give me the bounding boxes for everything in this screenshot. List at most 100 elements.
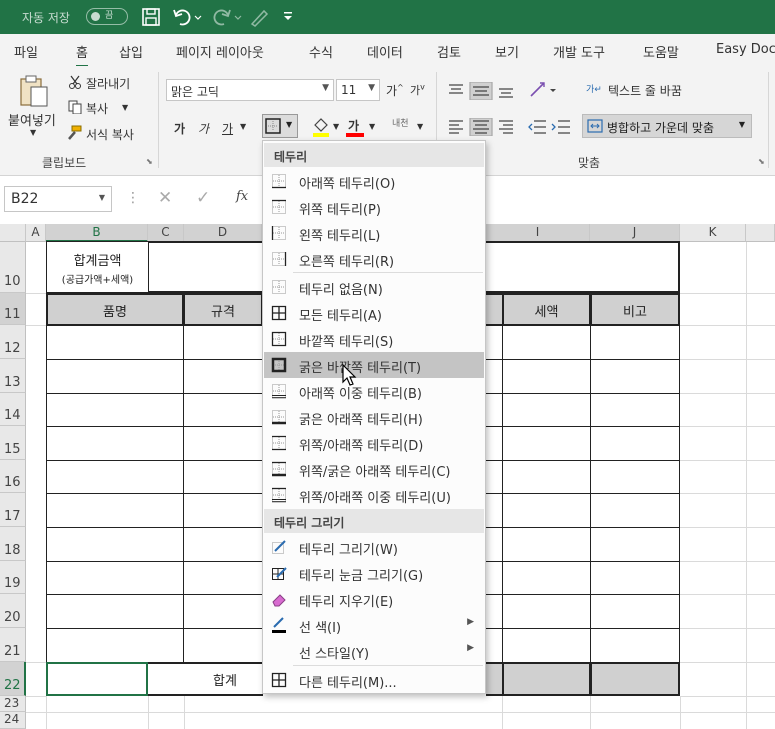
- undo-icon[interactable]: [172, 7, 202, 27]
- table-cell[interactable]: [46, 359, 184, 394]
- tab-view[interactable]: 보기: [495, 42, 519, 61]
- select-all-corner[interactable]: [0, 224, 26, 242]
- table-cell[interactable]: [46, 325, 184, 360]
- row-header-19[interactable]: 19: [0, 561, 26, 594]
- row-header-22[interactable]: 22: [0, 662, 26, 696]
- underline-dropdown-icon[interactable]: ▼: [240, 122, 246, 131]
- table-cell[interactable]: [590, 594, 680, 629]
- menu-item-right-border[interactable]: 오른쪽 테두리(R): [264, 246, 484, 272]
- menu-item-all-borders[interactable]: 모든 테두리(A): [264, 300, 484, 326]
- menu-item-draw-border[interactable]: 테두리 그리기(W): [264, 534, 484, 560]
- col-header-l[interactable]: [746, 224, 775, 242]
- menu-item-left-border[interactable]: 왼쪽 테두리(L): [264, 220, 484, 246]
- copy-button[interactable]: 복사: [86, 100, 108, 117]
- table-cell[interactable]: [183, 527, 263, 562]
- menu-item-no-border[interactable]: 테두리 없음(N): [264, 274, 484, 300]
- col-header-a[interactable]: A: [26, 224, 46, 242]
- col-header-i[interactable]: I: [486, 224, 590, 242]
- highlighter-icon[interactable]: [248, 7, 270, 27]
- table-cell[interactable]: [590, 561, 680, 595]
- table-cell[interactable]: [502, 393, 591, 427]
- col-header-d[interactable]: D: [184, 224, 262, 242]
- font-size-dropdown-icon[interactable]: ▼: [368, 83, 375, 93]
- alignment-launcher-icon[interactable]: ⬊: [758, 157, 765, 166]
- total-note-cell[interactable]: [590, 662, 680, 696]
- enter-icon[interactable]: ✓: [196, 188, 210, 208]
- tab-file[interactable]: 파일: [14, 42, 38, 61]
- underline-button[interactable]: 가: [222, 120, 233, 137]
- format-painter-button[interactable]: 서식 복사: [86, 126, 134, 143]
- row-header-17[interactable]: 17: [0, 493, 26, 527]
- paste-icon[interactable]: [18, 74, 50, 108]
- table-cell[interactable]: [502, 561, 591, 595]
- name-box-dropdown-icon[interactable]: ▼: [99, 193, 105, 202]
- row-header-20[interactable]: 20: [0, 594, 26, 628]
- font-name-dropdown-icon[interactable]: ▼: [322, 83, 329, 93]
- table-cell[interactable]: [502, 325, 591, 360]
- menu-item-bottom-double-border[interactable]: 아래쪽 이중 테두리(B): [264, 378, 484, 404]
- row-header-10[interactable]: 10: [0, 242, 26, 293]
- row-header-24[interactable]: 24: [0, 712, 26, 729]
- menu-item-bottom-border[interactable]: 아래쪽 테두리(O): [264, 168, 484, 194]
- table-cell[interactable]: [502, 527, 591, 562]
- menu-item-outside-borders[interactable]: 바깥쪽 테두리(S): [264, 326, 484, 352]
- table-cell[interactable]: [502, 460, 591, 494]
- redo-icon[interactable]: [212, 7, 242, 27]
- orientation-icon[interactable]: [528, 80, 558, 100]
- borders-button[interactable]: ▼: [262, 114, 298, 138]
- table-cell[interactable]: [590, 426, 680, 461]
- table-cell[interactable]: [46, 426, 184, 461]
- table-cell[interactable]: [183, 325, 263, 360]
- indent-icons[interactable]: [528, 118, 572, 136]
- tab-home[interactable]: 홈: [76, 42, 88, 68]
- row-header-16[interactable]: 16: [0, 460, 26, 493]
- menu-item-thick-bottom-border[interactable]: 굵은 아래쪽 테두리(H): [264, 404, 484, 430]
- table-cell[interactable]: [183, 426, 263, 461]
- merge-center-button[interactable]: 병합하고 가운데 맞춤 ▼: [582, 114, 752, 138]
- tab-easy-doc[interactable]: Easy Doc: [716, 42, 775, 57]
- tab-help[interactable]: 도움말: [643, 42, 679, 61]
- copy-dropdown-icon[interactable]: ▼: [122, 103, 128, 112]
- table-cell[interactable]: [590, 527, 680, 562]
- col-header-k[interactable]: K: [680, 224, 746, 242]
- phonetic-button[interactable]: 내천: [392, 116, 409, 129]
- row-header-14[interactable]: 14: [0, 393, 26, 426]
- table-cell[interactable]: [46, 460, 184, 494]
- table-cell[interactable]: [502, 359, 591, 394]
- clipboard-launcher-icon[interactable]: ⬊: [146, 157, 153, 166]
- fill-color-dropdown-icon[interactable]: ▼: [333, 122, 339, 131]
- col-header-b[interactable]: B: [46, 224, 148, 242]
- name-box[interactable]: B22 ▼: [4, 186, 112, 212]
- table-cell[interactable]: [46, 393, 184, 427]
- col-header-j[interactable]: J: [590, 224, 680, 242]
- insert-function-icon[interactable]: fx: [236, 189, 248, 204]
- tab-review[interactable]: 검토: [437, 42, 461, 61]
- selected-cell-b22[interactable]: [46, 662, 148, 696]
- table-cell[interactable]: [590, 493, 680, 528]
- font-color-button[interactable]: 가: [348, 117, 359, 134]
- menu-item-line-color[interactable]: 선 색(I) ▶: [264, 612, 484, 638]
- row-header-15[interactable]: 15: [0, 426, 26, 460]
- autosave-toggle[interactable]: 끔: [86, 8, 128, 25]
- row-header-11[interactable]: 11: [0, 293, 26, 325]
- table-cell[interactable]: [502, 426, 591, 461]
- table-cell[interactable]: [46, 628, 184, 663]
- table-cell[interactable]: [46, 594, 184, 629]
- font-color-dropdown-icon[interactable]: ▼: [369, 122, 375, 131]
- fill-color-icon[interactable]: [312, 117, 330, 137]
- save-icon[interactable]: [141, 7, 161, 27]
- row-header-13[interactable]: 13: [0, 359, 26, 393]
- table-cell[interactable]: [502, 628, 591, 663]
- font-size-combo[interactable]: 11 ▼: [336, 79, 380, 101]
- table-cell[interactable]: [183, 628, 263, 663]
- table-cell[interactable]: [183, 594, 263, 629]
- italic-button[interactable]: 가: [198, 120, 209, 137]
- row-header-23[interactable]: 23: [0, 696, 26, 712]
- menu-item-more-borders[interactable]: 다른 테두리(M)...: [264, 667, 484, 693]
- tab-insert[interactable]: 삽입: [119, 42, 143, 61]
- tab-page-layout[interactable]: 페이지 레이아웃: [176, 42, 264, 61]
- table-cell[interactable]: [502, 493, 591, 528]
- row-header-21[interactable]: 21: [0, 628, 26, 662]
- borders-dropdown-icon[interactable]: ▼: [286, 120, 292, 129]
- menu-item-top-bottom-border[interactable]: 위쪽/아래쪽 테두리(D): [264, 430, 484, 456]
